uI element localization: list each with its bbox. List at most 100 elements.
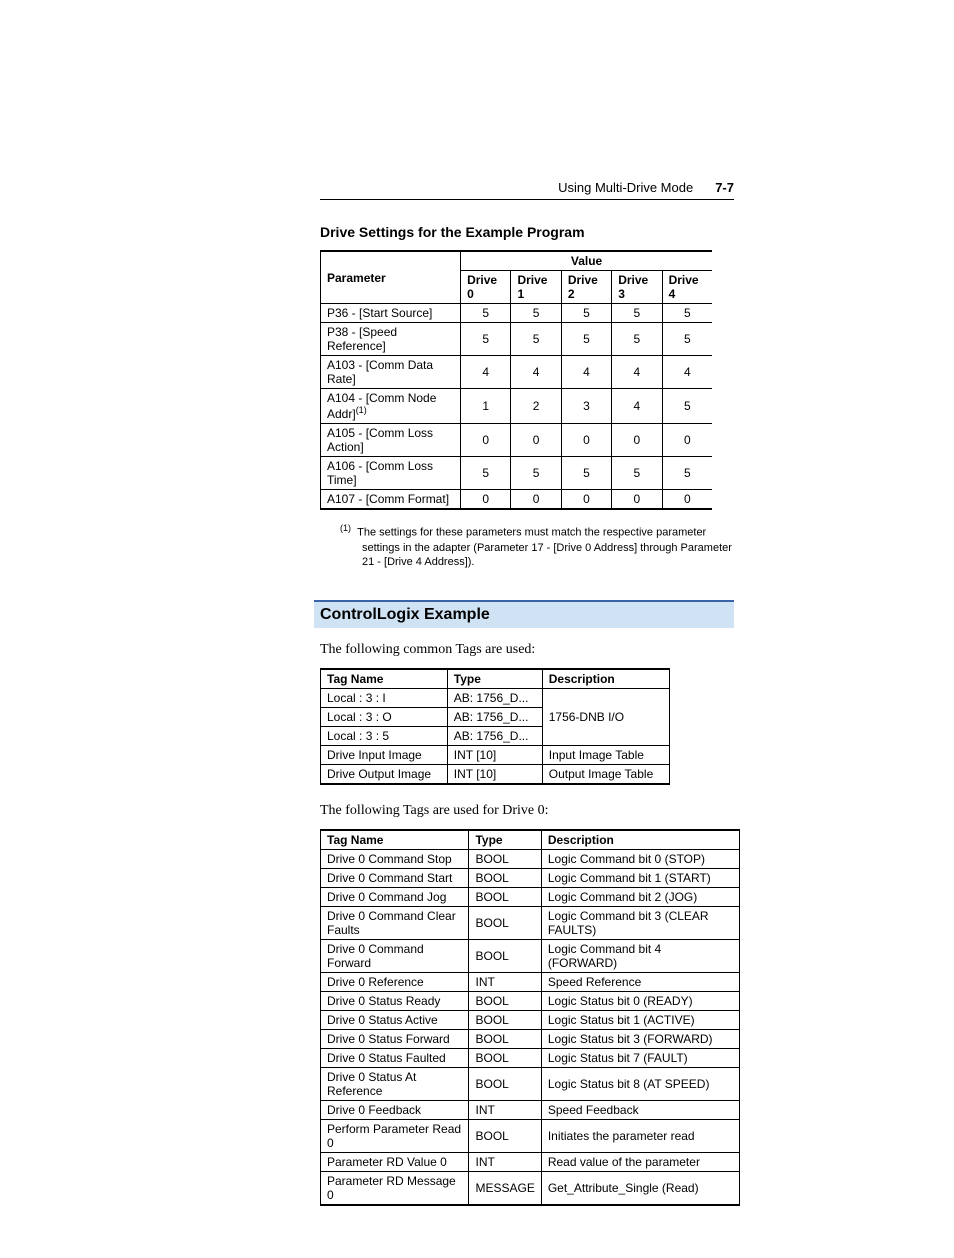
cell-value: 5 bbox=[511, 323, 561, 356]
cell-value: 5 bbox=[561, 323, 611, 356]
cell-tagname: Drive 0 Status Forward bbox=[321, 1030, 469, 1049]
cell-type: BOOL bbox=[469, 992, 541, 1011]
cell-value: 5 bbox=[612, 323, 662, 356]
cell-value: 0 bbox=[612, 490, 662, 510]
th-drive-col: Drive 4 bbox=[662, 271, 712, 304]
cell-description-merged: 1756-DNB I/O bbox=[542, 689, 669, 746]
cell-type: BOOL bbox=[469, 1068, 541, 1101]
cell-type: INT [10] bbox=[447, 746, 542, 765]
cell-value: 5 bbox=[612, 457, 662, 490]
cell-tagname: Parameter RD Value 0 bbox=[321, 1153, 469, 1172]
cell-value: 5 bbox=[662, 457, 712, 490]
cell-description: Read value of the parameter bbox=[541, 1153, 739, 1172]
cell-tagname: Local : 3 : 5 bbox=[321, 727, 448, 746]
cell-parameter: P36 - [Start Source] bbox=[321, 304, 461, 323]
cell-tagname: Perform Parameter Read 0 bbox=[321, 1120, 469, 1153]
cell-parameter: A107 - [Comm Format] bbox=[321, 490, 461, 510]
th-drive-col: Drive 0 bbox=[461, 271, 511, 304]
cell-tagname: Drive Output Image bbox=[321, 765, 448, 785]
table-row: Drive 0 Command Clear FaultsBOOLLogic Co… bbox=[321, 907, 740, 940]
cell-value: 5 bbox=[561, 457, 611, 490]
cell-type: INT bbox=[469, 1153, 541, 1172]
cell-parameter: A105 - [Comm Loss Action] bbox=[321, 424, 461, 457]
cell-description: Logic Command bit 0 (STOP) bbox=[541, 850, 739, 869]
th: Type bbox=[469, 830, 541, 850]
cell-parameter: A106 - [Comm Loss Time] bbox=[321, 457, 461, 490]
cell-description: Logic Status bit 0 (READY) bbox=[541, 992, 739, 1011]
cell-value: 5 bbox=[511, 457, 561, 490]
cell-value: 4 bbox=[612, 389, 662, 424]
cell-description: Logic Status bit 7 (FAULT) bbox=[541, 1049, 739, 1068]
footnote-marker: (1) bbox=[340, 523, 351, 533]
cell-value: 4 bbox=[662, 356, 712, 389]
th: Description bbox=[542, 669, 669, 689]
cell-parameter: A104 - [Comm Node Addr](1) bbox=[321, 389, 461, 424]
table-row: Drive 0 Command StopBOOLLogic Command bi… bbox=[321, 850, 740, 869]
cell-value: 0 bbox=[561, 424, 611, 457]
cell-value: 0 bbox=[662, 490, 712, 510]
cell-value: 5 bbox=[662, 304, 712, 323]
cell-description: Logic Status bit 1 (ACTIVE) bbox=[541, 1011, 739, 1030]
cell-tagname: Drive 0 Status At Reference bbox=[321, 1068, 469, 1101]
table-row: A106 - [Comm Loss Time]55555 bbox=[321, 457, 713, 490]
cell-tagname: Drive 0 Status Ready bbox=[321, 992, 469, 1011]
cell-value: 4 bbox=[612, 356, 662, 389]
cell-value: 0 bbox=[461, 424, 511, 457]
cell-parameter: A103 - [Comm Data Rate] bbox=[321, 356, 461, 389]
cell-type: INT bbox=[469, 1101, 541, 1120]
table-row: A105 - [Comm Loss Action]00000 bbox=[321, 424, 713, 457]
cell-description: Initiates the parameter read bbox=[541, 1120, 739, 1153]
cell-type: MESSAGE bbox=[469, 1172, 541, 1206]
table-row: Drive 0 FeedbackINTSpeed Feedback bbox=[321, 1101, 740, 1120]
cell-tagname: Drive 0 Command Start bbox=[321, 869, 469, 888]
cell-parameter: P38 - [Speed Reference] bbox=[321, 323, 461, 356]
table-row: Drive 0 Command StartBOOLLogic Command b… bbox=[321, 869, 740, 888]
drive-settings-table: Parameter Value Drive 0Drive 1Drive 2Dri… bbox=[320, 250, 712, 510]
table-row: Drive Input ImageINT [10]Input Image Tab… bbox=[321, 746, 670, 765]
cell-value: 0 bbox=[612, 424, 662, 457]
cell-value: 5 bbox=[461, 304, 511, 323]
page: Using Multi-Drive Mode 7-7 Drive Setting… bbox=[0, 0, 954, 1258]
cell-tagname: Parameter RD Message 0 bbox=[321, 1172, 469, 1206]
cell-type: BOOL bbox=[469, 850, 541, 869]
running-header: Using Multi-Drive Mode 7-7 bbox=[320, 180, 734, 200]
cell-value: 5 bbox=[561, 304, 611, 323]
table-row: Perform Parameter Read 0BOOLInitiates th… bbox=[321, 1120, 740, 1153]
cell-type: AB: 1756_D... bbox=[447, 727, 542, 746]
th: Description bbox=[541, 830, 739, 850]
cell-value: 0 bbox=[561, 490, 611, 510]
th: Tag Name bbox=[321, 669, 448, 689]
cell-description: Output Image Table bbox=[542, 765, 669, 785]
drive0-tags-table: Tag NameTypeDescription Drive 0 Command … bbox=[320, 829, 740, 1206]
page-number: 7-7 bbox=[715, 180, 734, 195]
cell-type: INT bbox=[469, 973, 541, 992]
cell-type: BOOL bbox=[469, 888, 541, 907]
th: Tag Name bbox=[321, 830, 469, 850]
th: Type bbox=[447, 669, 542, 689]
cell-tagname: Drive Input Image bbox=[321, 746, 448, 765]
cell-description: Logic Command bit 1 (START) bbox=[541, 869, 739, 888]
cell-value: 5 bbox=[461, 457, 511, 490]
table-row: Drive 0 Command JogBOOLLogic Command bit… bbox=[321, 888, 740, 907]
controllogix-heading: ControlLogix Example bbox=[314, 600, 734, 628]
cell-description: Logic Status bit 3 (FORWARD) bbox=[541, 1030, 739, 1049]
cell-description: Logic Status bit 8 (AT SPEED) bbox=[541, 1068, 739, 1101]
cell-value: 5 bbox=[461, 323, 511, 356]
cell-value: 0 bbox=[662, 424, 712, 457]
cell-description: Get_Attribute_Single (Read) bbox=[541, 1172, 739, 1206]
cell-type: BOOL bbox=[469, 1030, 541, 1049]
th-drive-col: Drive 2 bbox=[561, 271, 611, 304]
cell-description: Logic Command bit 2 (JOG) bbox=[541, 888, 739, 907]
cell-value: 5 bbox=[662, 389, 712, 424]
table-row: Drive Output ImageINT [10]Output Image T… bbox=[321, 765, 670, 785]
drive0-tags-intro: The following Tags are used for Drive 0: bbox=[320, 803, 734, 819]
table-row: Drive 0 Command ForwardBOOLLogic Command… bbox=[321, 940, 740, 973]
table-row: A104 - [Comm Node Addr](1)12345 bbox=[321, 389, 713, 424]
running-title: Using Multi-Drive Mode bbox=[558, 180, 693, 195]
cell-tagname: Drive 0 Status Active bbox=[321, 1011, 469, 1030]
table-row: Parameter RD Message 0MESSAGEGet_Attribu… bbox=[321, 1172, 740, 1206]
footnote: (1) The settings for these parameters mu… bbox=[340, 522, 734, 570]
cell-value: 4 bbox=[561, 356, 611, 389]
cell-type: BOOL bbox=[469, 940, 541, 973]
cell-value: 3 bbox=[561, 389, 611, 424]
